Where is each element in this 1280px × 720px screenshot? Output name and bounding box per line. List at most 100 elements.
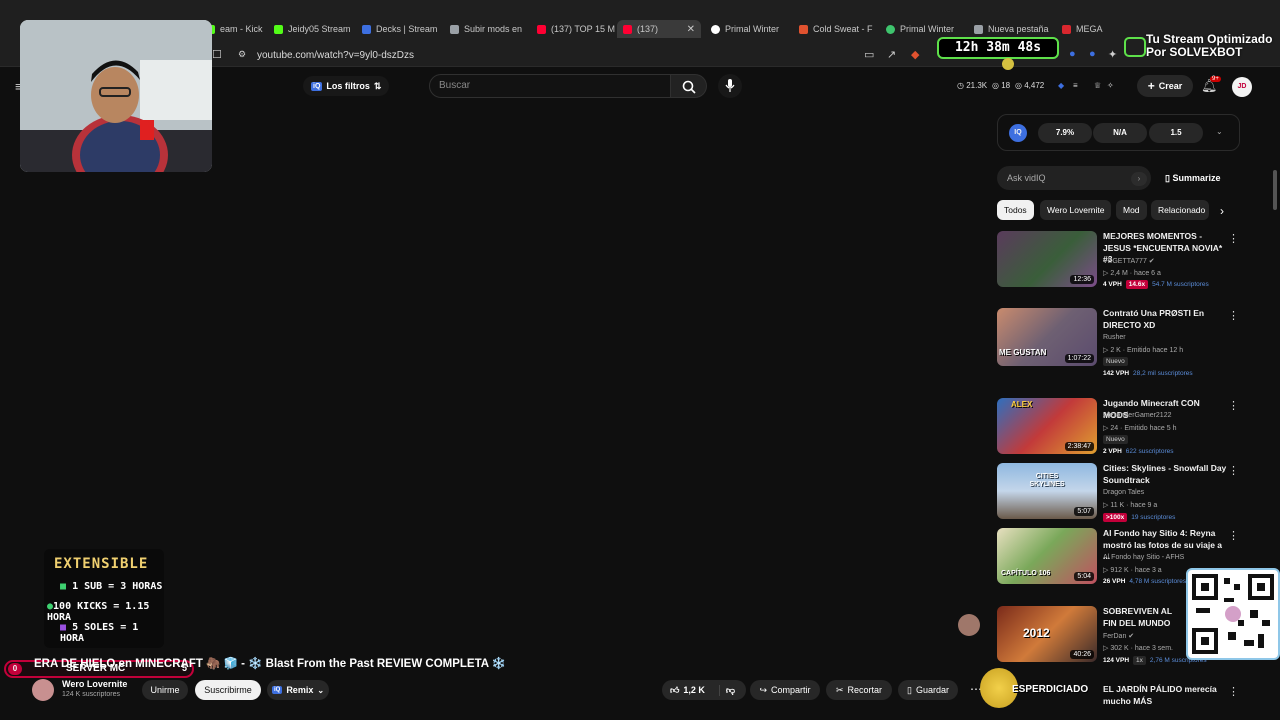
more-options-icon[interactable]: ⋮ <box>1228 685 1239 698</box>
book-icon: ▯ <box>1165 173 1170 183</box>
trophy-icon[interactable]: ♕ <box>1094 81 1101 90</box>
bookmark-icon: ▯ <box>907 684 912 695</box>
avatar[interactable]: JD <box>1232 77 1252 97</box>
chevron-down-icon[interactable]: ⌄ <box>1216 127 1223 136</box>
sliders-icon: ⇅ <box>373 80 382 91</box>
chip-todos[interactable]: Todos <box>997 200 1034 220</box>
create-button[interactable]: + Crear <box>1137 75 1193 97</box>
chip-mod[interactable]: Mod <box>1116 200 1147 220</box>
remix-label: Remix <box>286 685 314 695</box>
vidiq-icon: iQ <box>311 81 323 91</box>
browser-tab[interactable]: eam - Kick D <box>206 20 264 38</box>
browser-tab[interactable]: Nueva pestaña <box>974 20 1054 38</box>
meta-text: 302 K · hace 3 sem. <box>1110 645 1173 652</box>
share-icon[interactable]: ↗ <box>887 48 896 61</box>
more-options-icon[interactable]: ⋮ <box>1228 232 1239 245</box>
notification-badge: 9+ <box>1210 76 1221 82</box>
vidiq-icon[interactable]: ◆ <box>1058 81 1064 90</box>
search-input[interactable]: Buscar <box>429 74 671 98</box>
more-options-icon[interactable]: ⋮ <box>1228 309 1239 322</box>
cast-icon[interactable]: ▭ <box>864 48 874 61</box>
filters-button[interactable]: iQ Los filtros ⇅ <box>303 76 390 96</box>
channel-name[interactable]: VEGETTA777 ✔ <box>1103 257 1155 265</box>
views-stat: ◷ 21.3K <box>957 81 988 90</box>
search-button[interactable] <box>671 74 707 98</box>
video-thumbnail[interactable]: 12:36 <box>997 231 1097 287</box>
video-thumbnail[interactable]: 2012 40:26 <box>997 606 1097 662</box>
url-field[interactable]: youtube.com/watch?v=9yl0-dszDzs <box>257 50 414 61</box>
extension-icon[interactable]: ● <box>1089 48 1096 60</box>
chip-channel[interactable]: Wero Lovernite <box>1040 200 1112 220</box>
video-thumbnail[interactable]: CITIES SKYLINES 5:07 <box>997 463 1097 519</box>
browser-tab[interactable]: Decks | Stream <box>362 20 442 38</box>
save-button[interactable]: ▯ Guardar <box>898 680 958 700</box>
optimized-line: Por SOLVEXBOT <box>1146 45 1243 59</box>
ask-vidiq-input[interactable]: Ask vidIQ <box>997 166 1151 190</box>
server-count: 0 <box>8 663 22 675</box>
browser-tab[interactable]: Subir mods en <box>450 20 530 38</box>
duration-badge: 1:07:22 <box>1064 354 1094 363</box>
chip-related[interactable]: Relacionado <box>1151 200 1209 220</box>
site-info-icon[interactable]: ⚙ <box>238 49 246 60</box>
puzzle-icon[interactable]: ✦ <box>1108 48 1117 61</box>
vidiq-tags: 142 VPH 28,2 mil suscriptores <box>1103 370 1193 377</box>
create-label: Crear <box>1158 81 1183 91</box>
video-title[interactable]: Contrató Una PRØSTI En DIRECTO XD <box>1103 308 1227 331</box>
microphone-icon <box>725 79 735 92</box>
video-title[interactable]: SOBREVIVEN AL FIN DEL MUNDO <box>1103 606 1185 629</box>
channel-name[interactable]: Rusher <box>1103 334 1126 341</box>
thumbs-down-icon[interactable]: 👎︎ <box>718 684 735 696</box>
channel-avatar[interactable] <box>32 679 54 701</box>
summarize-button[interactable]: ▯ Summarize <box>1165 173 1221 184</box>
more-options-icon[interactable]: ⋮ <box>1228 399 1239 412</box>
bookmark-icon[interactable]: ☐ <box>212 48 222 61</box>
channel-name[interactable]: Wero Lovernite <box>62 679 127 689</box>
brave-shield-icon[interactable]: ◆ <box>911 48 919 61</box>
channel-name[interactable]: FerDan ✔ <box>1103 632 1134 640</box>
recommended-video[interactable]: ME GUSTAN 1:07:22 Contrató Una PRØSTI En… <box>997 308 1242 380</box>
chevron-right-icon[interactable]: › <box>1220 204 1224 218</box>
extension-icon[interactable]: ● <box>1069 48 1076 60</box>
channel-name[interactable]: AlexanderGamer2122 <box>1103 412 1172 419</box>
tab-label: Primal Winter <box>900 24 955 34</box>
video-title[interactable]: EL JARDÍN PÁLIDO merecía mucho MÁS <box>1103 684 1227 707</box>
video-thumbnail[interactable]: ME GUSTAN 1:07:22 <box>997 308 1097 366</box>
browser-tab[interactable]: Primal Winter <box>886 20 966 38</box>
recommended-video[interactable]: 12:36 MEJORES MOMENTOS - JESUS *ENCUENTR… <box>997 231 1242 291</box>
youtube-favicon <box>623 24 632 34</box>
channel-name[interactable]: Dragon Tales <box>1103 489 1144 496</box>
browser-tab[interactable]: Cold Sweat - F <box>799 20 873 38</box>
vidiq-tags: 2 VPH 622 suscriptores <box>1103 448 1174 455</box>
video-thumbnail[interactable]: ALEX 2:38:47 <box>997 398 1097 454</box>
send-icon[interactable]: › <box>1131 172 1147 186</box>
more-options-icon[interactable]: ⋮ <box>1228 464 1239 477</box>
browser-tab-active[interactable]: (137) ✕ <box>617 20 701 38</box>
scrollbar[interactable] <box>1273 170 1277 210</box>
new-badge: Nuevo <box>1103 435 1128 444</box>
browser-tab[interactable]: (137) TOP 15 M <box>537 20 617 38</box>
list-icon[interactable]: ≡ <box>1073 81 1078 90</box>
video-thumbnail[interactable]: CAPÍTULO 106 5:04 <box>997 528 1097 584</box>
subscribe-button[interactable]: Suscribirme <box>195 680 261 700</box>
recommended-video[interactable]: CITIES SKYLINES 5:07 Cities: Skylines - … <box>997 463 1242 523</box>
browser-tab[interactable]: Jeidy05 Stream <box>274 20 354 38</box>
more-options-icon[interactable]: ⋮ <box>1228 529 1239 542</box>
recommended-video[interactable]: ALEX 2:38:47 Jugando Minecraft CON MODS … <box>997 398 1242 458</box>
puzzle-icon[interactable]: ✧ <box>1107 81 1114 90</box>
channel-name[interactable]: Al Fondo hay Sitio - AFHS <box>1103 554 1184 561</box>
tab-favicon <box>799 24 808 34</box>
thumbs-up-icon[interactable]: 👍︎ <box>670 685 679 696</box>
browser-tab[interactable]: MEGA <box>1062 20 1112 38</box>
voice-search-button[interactable] <box>718 74 742 98</box>
row-label: 5 SOLES = 1 HORA <box>60 622 139 644</box>
remix-button[interactable]: iQ Remix ⌄ <box>267 680 329 700</box>
thumbnail-text: 2012 <box>1023 626 1050 640</box>
video-title[interactable]: Cities: Skylines - Snowfall Day Soundtra… <box>1103 463 1227 486</box>
tab-favicon <box>362 24 371 34</box>
browser-tab[interactable]: Primal Winter <box>711 20 791 38</box>
close-icon[interactable]: ✕ <box>687 24 695 35</box>
clip-button[interactable]: ✂ Recortar <box>826 680 892 700</box>
share-button[interactable]: ↪ Compartir <box>750 680 820 700</box>
save-label: Guardar <box>915 685 949 695</box>
join-button[interactable]: Unirme <box>142 680 188 700</box>
